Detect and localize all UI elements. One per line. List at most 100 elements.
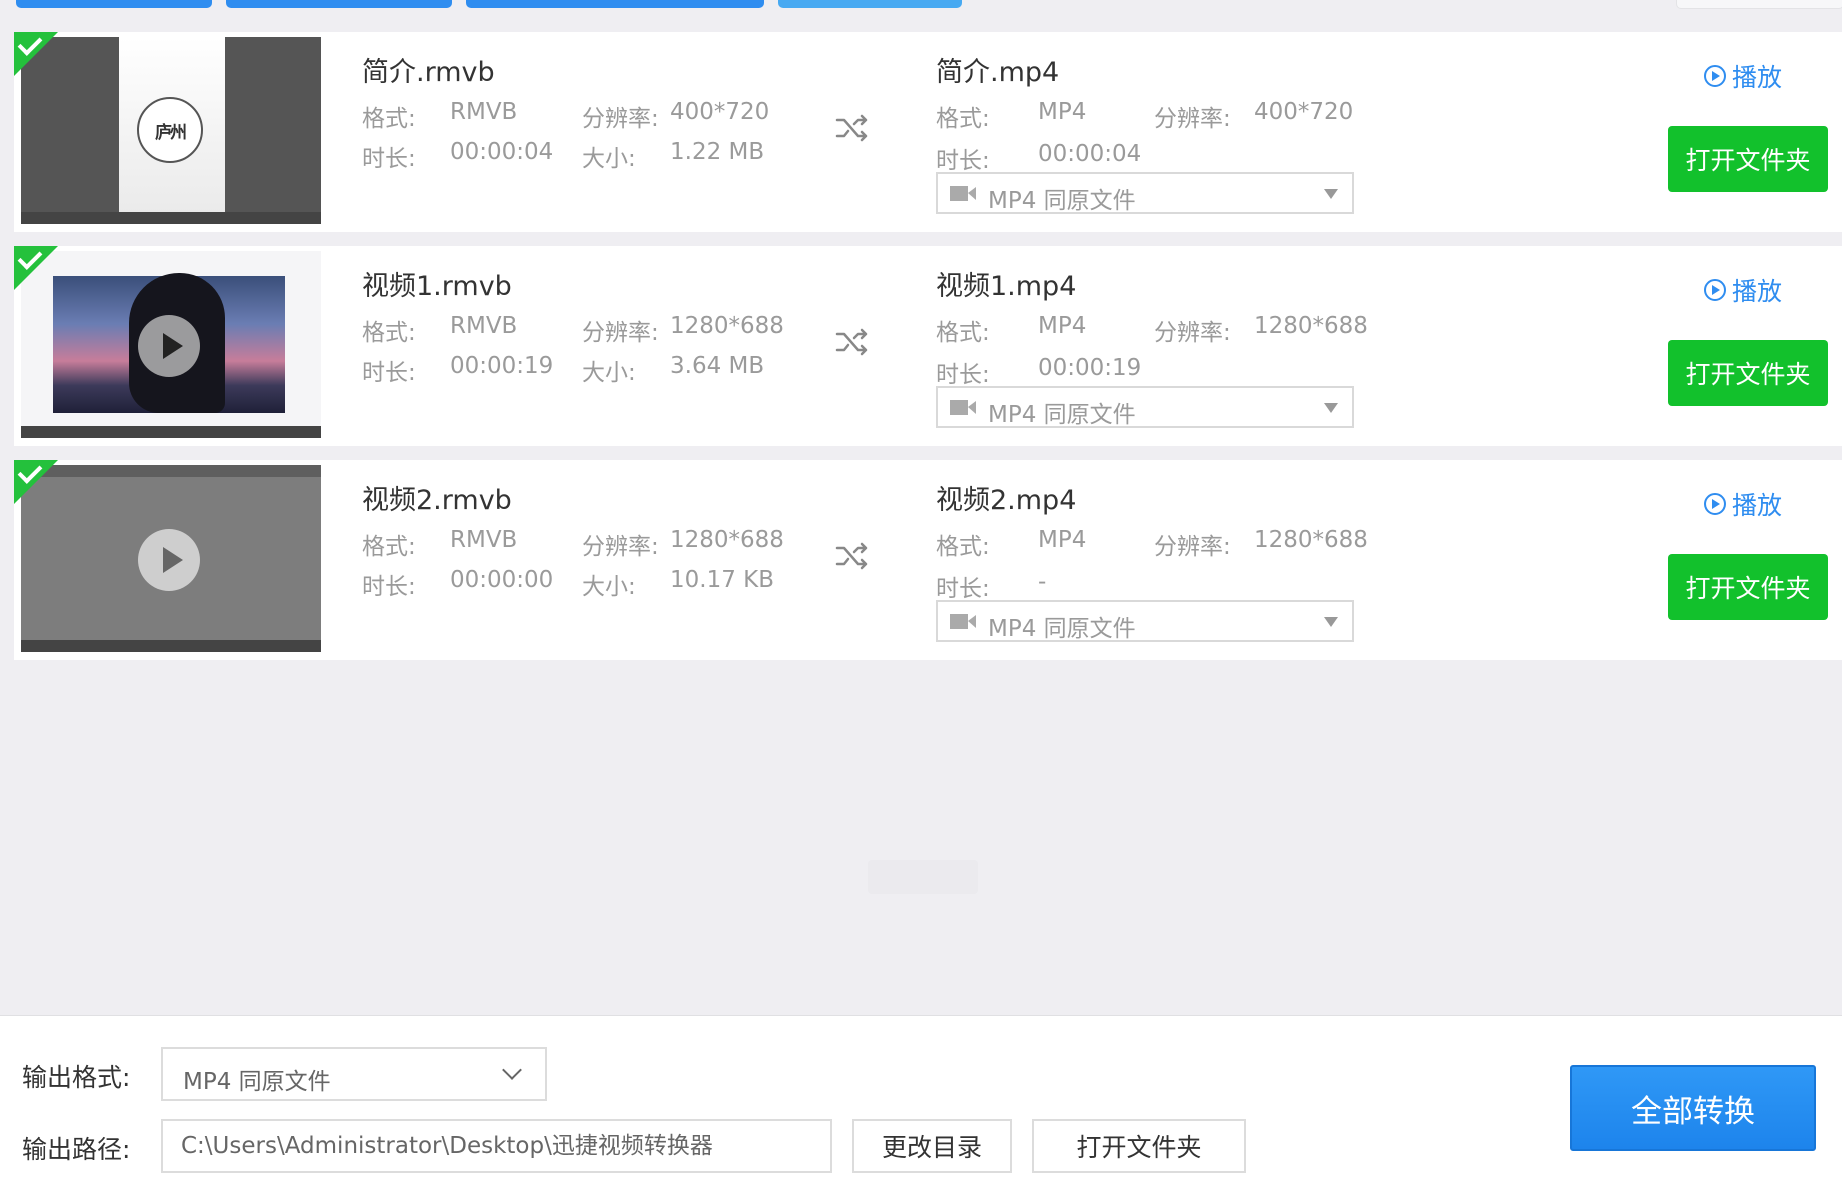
format-label: 格式: <box>936 106 990 132</box>
file-list: 庐州 简介.rmvb 格式: RMVB 分辨率: 400*720 时长: 00:… <box>14 31 1842 674</box>
resolution-label: 分辨率: <box>1154 106 1231 132</box>
output-format-value: MP4 同原文件 <box>988 188 1136 214</box>
caret-down-icon <box>1324 189 1338 199</box>
video-thumbnail[interactable]: 庐州 <box>21 37 321 224</box>
output-path-label: 输出路径: <box>22 1135 131 1164</box>
duration-label: 时长: <box>362 360 416 386</box>
source-duration: 00:00:19 <box>450 353 554 379</box>
shuffle-icon <box>835 328 868 356</box>
resolution-label: 分辨率: <box>582 320 659 346</box>
source-format: RMVB <box>450 527 518 553</box>
play-label: 播放 <box>1732 277 1783 306</box>
shuffle-icon <box>835 542 868 570</box>
file-row: 庐州 简介.rmvb 格式: RMVB 分辨率: 400*720 时长: 00:… <box>14 31 1842 232</box>
play-circle-icon <box>1704 65 1726 87</box>
caret-down-icon <box>1324 403 1338 413</box>
thumbnail-seal: 庐州 <box>137 97 203 163</box>
global-output-format-value: MP4 同原文件 <box>183 1069 331 1095</box>
source-duration: 00:00:04 <box>450 139 554 165</box>
output-format-select[interactable]: MP4 同原文件 <box>936 600 1354 642</box>
output-format-select[interactable]: MP4 同原文件 <box>936 172 1354 214</box>
duration-label: 时长: <box>362 146 416 172</box>
play-button[interactable]: 播放 <box>1704 272 1782 308</box>
play-button[interactable]: 播放 <box>1704 58 1782 94</box>
faint-placeholder <box>868 860 978 894</box>
convert-all-button[interactable]: 全部转换 <box>1570 1065 1816 1151</box>
toolbar-tab[interactable] <box>16 0 212 8</box>
target-format: MP4 <box>1038 527 1087 553</box>
video-thumbnail[interactable] <box>21 251 321 438</box>
target-resolution: 1280*688 <box>1254 313 1368 339</box>
source-resolution: 1280*688 <box>670 313 784 339</box>
source-duration: 00:00:00 <box>450 567 554 593</box>
target-file-name: 视频2.mp4 <box>936 485 1077 516</box>
bottom-bar: 输出格式: MP4 同原文件 输出路径: C:\Users\Administra… <box>0 1015 1842 1187</box>
duration-label: 时长: <box>936 576 990 602</box>
source-file-name: 视频1.rmvb <box>362 271 512 302</box>
duration-label: 时长: <box>362 574 416 600</box>
source-format: RMVB <box>450 99 518 125</box>
change-directory-button[interactable]: 更改目录 <box>852 1119 1012 1173</box>
format-label: 格式: <box>362 534 416 560</box>
format-label: 格式: <box>362 106 416 132</box>
resolution-label: 分辨率: <box>1154 320 1231 346</box>
size-label: 大小: <box>582 146 636 172</box>
size-label: 大小: <box>582 360 636 386</box>
top-toolbar <box>0 0 1842 10</box>
source-resolution: 1280*688 <box>670 527 784 553</box>
source-format: RMVB <box>450 313 518 339</box>
output-path-input[interactable]: C:\Users\Administrator\Desktop\迅捷视频转换器 <box>161 1119 832 1173</box>
resolution-label: 分辨率: <box>582 534 659 560</box>
video-camera-icon <box>950 614 976 629</box>
video-camera-icon <box>950 400 976 415</box>
play-label: 播放 <box>1732 63 1783 92</box>
play-overlay-icon[interactable] <box>138 315 200 377</box>
toolbar-tab[interactable] <box>778 0 962 8</box>
output-format-label: 输出格式: <box>22 1063 131 1092</box>
play-overlay-icon[interactable] <box>138 529 200 591</box>
open-folder-button[interactable]: 打开文件夹 <box>1668 340 1828 406</box>
thumbnail-strip <box>21 212 321 224</box>
video-thumbnail[interactable] <box>21 465 321 652</box>
global-output-format-select[interactable]: MP4 同原文件 <box>161 1047 547 1101</box>
format-label: 格式: <box>362 320 416 346</box>
target-resolution: 400*720 <box>1254 99 1354 125</box>
file-row: 视频1.rmvb 格式: RMVB 分辨率: 1280*688 时长: 00:0… <box>14 245 1842 446</box>
source-size: 3.64 MB <box>670 353 765 379</box>
chevron-down-icon <box>502 1060 522 1080</box>
thumbnail-strip <box>21 426 321 438</box>
format-label: 格式: <box>936 320 990 346</box>
toolbar-tab[interactable] <box>226 0 452 8</box>
play-circle-icon <box>1704 279 1726 301</box>
toolbar-control[interactable] <box>1676 0 1842 9</box>
duration-label: 时长: <box>936 362 990 388</box>
play-circle-icon <box>1704 493 1726 515</box>
output-format-select[interactable]: MP4 同原文件 <box>936 386 1354 428</box>
file-row: 视频2.rmvb 格式: RMVB 分辨率: 1280*688 时长: 00:0… <box>14 459 1842 660</box>
target-format: MP4 <box>1038 99 1087 125</box>
thumbnail-strip <box>21 640 321 652</box>
toolbar-tab[interactable] <box>466 0 764 8</box>
source-file-name: 简介.rmvb <box>362 57 495 88</box>
target-file-name: 简介.mp4 <box>936 57 1060 88</box>
source-size: 1.22 MB <box>670 139 765 165</box>
open-folder-button[interactable]: 打开文件夹 <box>1668 554 1828 620</box>
resolution-label: 分辨率: <box>1154 534 1231 560</box>
caret-down-icon <box>1324 617 1338 627</box>
resolution-label: 分辨率: <box>582 106 659 132</box>
output-format-value: MP4 同原文件 <box>988 616 1136 642</box>
open-folder-button[interactable]: 打开文件夹 <box>1668 126 1828 192</box>
thumbnail-strip <box>21 465 321 477</box>
source-file-name: 视频2.rmvb <box>362 485 512 516</box>
target-resolution: 1280*688 <box>1254 527 1368 553</box>
source-resolution: 400*720 <box>670 99 770 125</box>
target-duration: - <box>1038 569 1047 595</box>
format-label: 格式: <box>936 534 990 560</box>
target-duration: 00:00:19 <box>1038 355 1142 381</box>
play-button[interactable]: 播放 <box>1704 486 1782 522</box>
target-duration: 00:00:04 <box>1038 141 1142 167</box>
shuffle-icon <box>835 114 868 142</box>
source-size: 10.17 KB <box>670 567 775 593</box>
open-output-folder-button[interactable]: 打开文件夹 <box>1032 1119 1246 1173</box>
target-format: MP4 <box>1038 313 1087 339</box>
